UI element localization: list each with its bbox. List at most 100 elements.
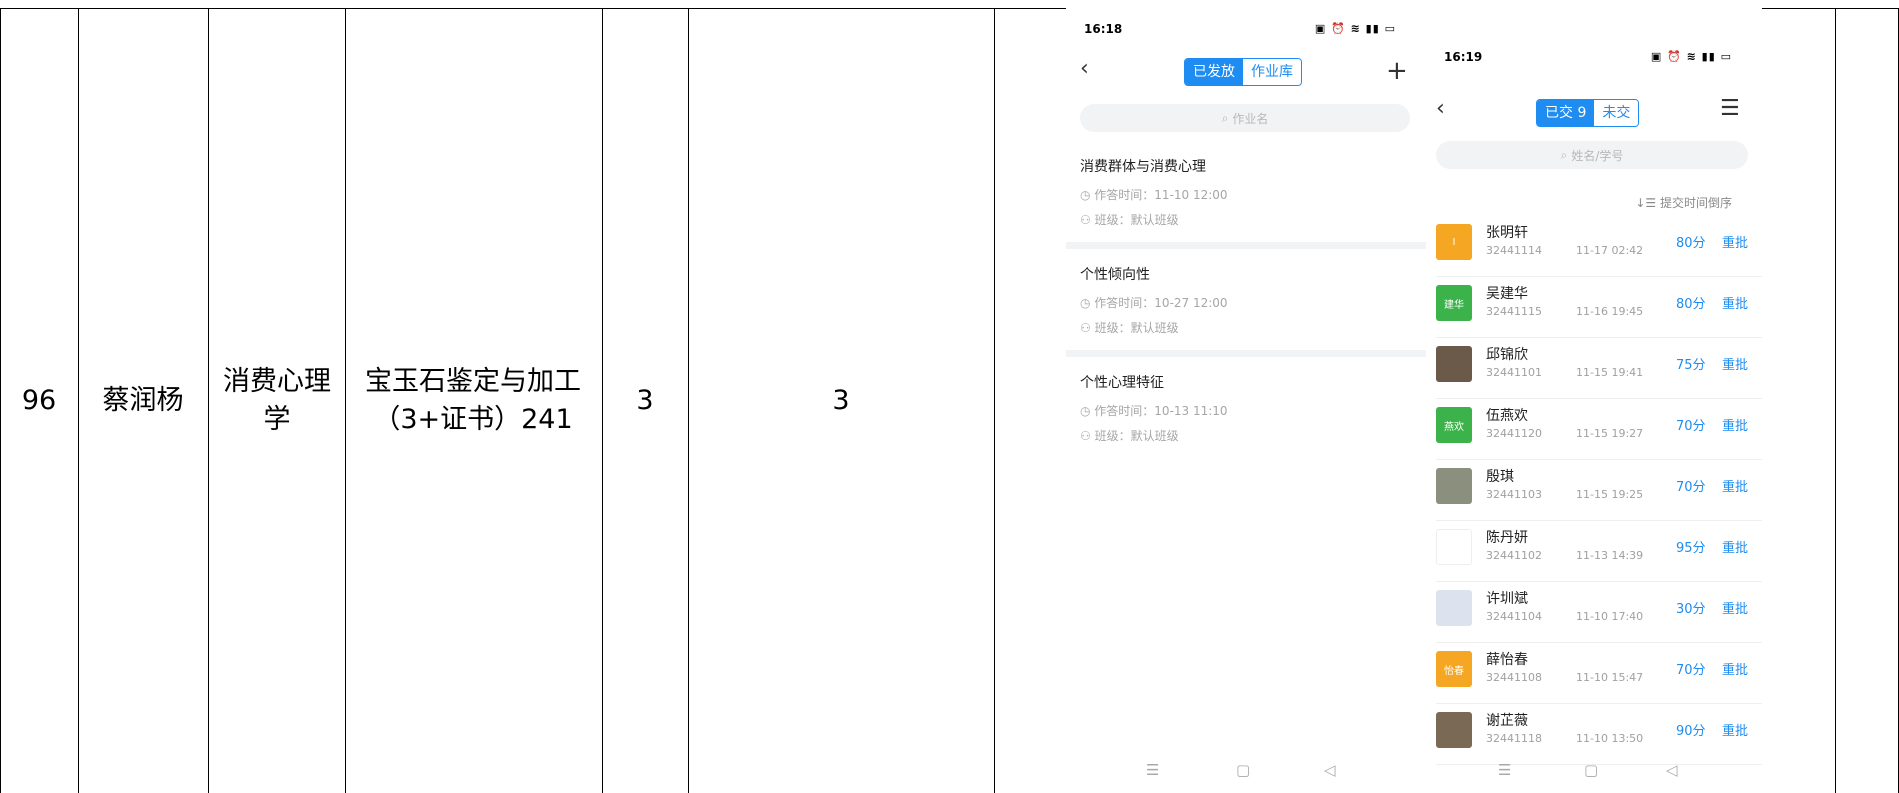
avatar: 怡春 (1436, 651, 1472, 687)
score: 95分 (1676, 541, 1706, 556)
clock-icon: ◷ (1080, 296, 1095, 310)
regrade-button[interactable]: 重批 (1722, 232, 1748, 251)
submission-row[interactable]: 怡春 薛怡春 32441108 11-10 15:47 70分 重批 (1436, 643, 1762, 704)
tab-switcher: 已发放 作业库 (1184, 58, 1302, 86)
assignment-list-screenshot: 16:18 ▣ ⏰ ≋ ▮▮ ▭ ‹ 已发放 作业库 + ⌕ 作业名 消费群体与… (1066, 8, 1426, 793)
student-id: 32441108 (1486, 671, 1542, 684)
assignment-item[interactable]: 消费群体与消费心理 ◷ 作答时间：11-10 12:00 ⚇ 班级：默认班级 (1066, 156, 1426, 236)
search-placeholder: 作业名 (1232, 111, 1269, 126)
assignment-time: ◷ 作答时间：10-27 12:00 (1080, 296, 1228, 310)
avatar (1436, 346, 1472, 382)
search-placeholder: 姓名/学号 (1571, 148, 1624, 163)
search-input[interactable]: ⌕ 作业名 (1080, 104, 1410, 132)
group-icon: ⚇ (1080, 321, 1095, 335)
assignment-item[interactable]: 个性倾向性 ◷ 作答时间：10-27 12:00 ⚇ 班级：默认班级 (1066, 264, 1426, 344)
menu-icon[interactable]: ☰ (1720, 96, 1740, 121)
avatar (1436, 468, 1472, 504)
student-name: 陈丹妍 (1486, 530, 1528, 546)
student-name: 邱锦欣 (1486, 347, 1528, 363)
submit-time: 11-15 19:25 (1576, 488, 1644, 501)
search-input[interactable]: ⌕ 姓名/学号 (1436, 141, 1748, 169)
regrade-button[interactable]: 重批 (1722, 476, 1748, 495)
sort-by-submit-time[interactable]: ↓☰ 提交时间倒序 (1635, 194, 1732, 211)
student-name: 殷琪 (1486, 469, 1514, 485)
student-id: 32441102 (1486, 549, 1542, 562)
status-bar: 16:19 ▣ ⏰ ≋ ▮▮ ▭ (1426, 36, 1762, 64)
assignment-class: ⚇ 班级：默认班级 (1080, 429, 1179, 443)
assignment-title: 消费群体与消费心理 (1080, 159, 1206, 175)
home-nav-icon[interactable]: ▢ (1584, 761, 1598, 779)
student-name: 谢芷薇 (1486, 713, 1528, 729)
cell-class-name: 宝玉石鉴定与加工（3+证书）241 (365, 365, 581, 435)
assignment-item[interactable]: 个性心理特征 ◷ 作答时间：10-13 11:10 ⚇ 班级：默认班级 (1066, 372, 1426, 452)
cell-index: 96 (21, 384, 57, 416)
submit-time: 11-10 17:40 (1576, 610, 1644, 623)
back-nav-icon[interactable]: ◁ (1324, 761, 1336, 779)
student-id: 32441118 (1486, 732, 1542, 745)
submit-time: 11-10 13:50 (1576, 732, 1644, 745)
regrade-button[interactable]: 重批 (1722, 415, 1748, 434)
tab-not-submitted[interactable]: 未交 (1594, 100, 1639, 126)
regrade-button[interactable]: 重批 (1722, 598, 1748, 617)
tab-homework-library[interactable]: 作业库 (1243, 59, 1301, 85)
score: 80分 (1676, 236, 1706, 251)
submit-time: 11-15 19:27 (1576, 427, 1644, 440)
cell-student-name: 蔡润杨 (102, 384, 184, 416)
avatar: 建华 (1436, 285, 1472, 321)
submission-row[interactable]: I 张明轩 32441114 11-17 02:42 80分 重批 (1436, 216, 1762, 277)
assignment-title: 个性心理特征 (1080, 375, 1164, 391)
submission-list-screenshot: 16:19 ▣ ⏰ ≋ ▮▮ ▭ ‹ 已交 9 未交 ☰ ⌕ 姓名/学号 ↓☰ … (1426, 8, 1762, 793)
assignment-title: 个性倾向性 (1080, 267, 1150, 283)
col-divider (1835, 8, 1836, 793)
tab-issued[interactable]: 已发放 (1185, 59, 1243, 85)
col-divider (994, 8, 995, 793)
system-nav-bar: ☰ ▢ ◁ (1426, 761, 1762, 785)
group-icon: ⚇ (1080, 213, 1095, 227)
back-nav-icon[interactable]: ◁ (1666, 761, 1678, 779)
student-id: 32441101 (1486, 366, 1542, 379)
submission-row[interactable]: 邱锦欣 32441101 11-15 19:41 75分 重批 (1436, 338, 1762, 399)
status-bar: 16:18 ▣ ⏰ ≋ ▮▮ ▭ (1066, 8, 1426, 36)
student-name: 薛怡春 (1486, 652, 1528, 668)
submission-row[interactable]: 谢芷薇 32441118 11-10 13:50 90分 重批 (1436, 704, 1762, 765)
submit-time: 11-16 19:45 (1576, 305, 1644, 318)
regrade-button[interactable]: 重批 (1722, 659, 1748, 678)
student-id: 32441120 (1486, 427, 1542, 440)
submission-row[interactable]: 殷琪 32441103 11-15 19:25 70分 重批 (1436, 460, 1762, 521)
submission-row[interactable]: 许圳斌 32441104 11-10 17:40 30分 重批 (1436, 582, 1762, 643)
score: 90分 (1676, 724, 1706, 739)
submission-row[interactable]: 建华 吴建华 32441115 11-16 19:45 80分 重批 (1436, 277, 1762, 338)
submission-row[interactable]: 燕欢 伍燕欢 32441120 11-15 19:27 70分 重批 (1436, 399, 1762, 460)
back-icon[interactable]: ‹ (1080, 56, 1089, 81)
tab-switcher: 已交 9 未交 (1536, 99, 1640, 127)
clock-icon: ◷ (1080, 404, 1095, 418)
regrade-button[interactable]: 重批 (1722, 293, 1748, 312)
assignment-time: ◷ 作答时间：11-10 12:00 (1080, 188, 1228, 202)
tab-submitted[interactable]: 已交 9 (1537, 100, 1595, 126)
home-nav-icon[interactable]: ▢ (1236, 761, 1250, 779)
status-time: 16:18 (1084, 22, 1123, 36)
regrade-button[interactable]: 重批 (1722, 537, 1748, 556)
divider (1066, 350, 1426, 357)
search-icon: ⌕ (1560, 147, 1568, 162)
submit-time: 11-13 14:39 (1576, 549, 1644, 562)
cell-count-b: 3 (832, 384, 850, 416)
menu-nav-icon[interactable]: ☰ (1498, 761, 1511, 779)
menu-nav-icon[interactable]: ☰ (1146, 761, 1159, 779)
regrade-button[interactable]: 重批 (1722, 720, 1748, 739)
student-name: 许圳斌 (1486, 591, 1528, 607)
add-icon[interactable]: + (1386, 56, 1408, 86)
group-icon: ⚇ (1080, 429, 1095, 443)
avatar (1436, 529, 1472, 565)
submission-row[interactable]: 陈丹妍 32441102 11-13 14:39 95分 重批 (1436, 521, 1762, 582)
avatar: I (1436, 224, 1472, 260)
student-id: 32441104 (1486, 610, 1542, 623)
system-nav-bar: ☰ ▢ ◁ (1066, 761, 1426, 785)
student-id: 32441103 (1486, 488, 1542, 501)
status-time: 16:19 (1444, 50, 1483, 64)
regrade-button[interactable]: 重批 (1722, 354, 1748, 373)
back-icon[interactable]: ‹ (1436, 96, 1445, 121)
student-name: 伍燕欢 (1486, 408, 1528, 424)
search-icon: ⌕ (1221, 110, 1229, 125)
score: 80分 (1676, 297, 1706, 312)
